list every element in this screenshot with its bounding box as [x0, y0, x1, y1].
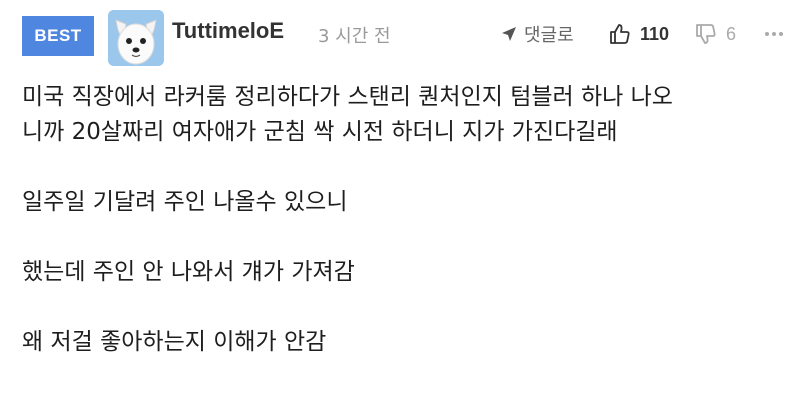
comment-line: 왜 저걸 좋아하는지 이해가 안감 — [22, 329, 327, 355]
comment-line: 했는데 주인 안 나와서 걔가 가져감 — [22, 259, 355, 285]
thumbs-up-icon — [610, 24, 630, 44]
reply-arrow-icon — [502, 27, 516, 41]
dislike-button[interactable]: 6 — [694, 20, 736, 48]
best-badge: BEST — [22, 16, 94, 56]
like-button[interactable]: 110 — [608, 20, 669, 48]
dislike-count: 6 — [726, 23, 737, 44]
white-dog-avatar-icon — [108, 10, 164, 66]
comment-body: 미국 직장에서 라커룸 정리하다가 스탠리 퀀처인지 텀블러 하나 나오 니까 … — [22, 80, 792, 360]
more-options-button[interactable] — [762, 24, 786, 44]
timestamp: 3 시간 전 — [318, 26, 391, 47]
reply-button[interactable]: 댓글로 — [500, 20, 574, 48]
more-dots-icon — [765, 32, 783, 36]
thumbs-down-icon — [696, 24, 716, 44]
reply-label: 댓글로 — [524, 25, 574, 46]
comment-line: 미국 직장에서 라커룸 정리하다가 스탠리 퀀처인지 텀블러 하나 나오 — [22, 84, 673, 110]
author-name[interactable]: TuttimeloE — [172, 18, 284, 44]
comment-line: 일주일 기달려 주인 나올수 있으니 — [22, 189, 348, 215]
like-count: 110 — [640, 23, 670, 44]
avatar[interactable] — [108, 10, 164, 66]
comment-line: 니까 20살짜리 여자애가 군침 싹 시전 하더니 지가 가진다길래 — [22, 119, 618, 145]
comment-header: BEST TuttimeloE 3 시간 전 댓글로 110 6 — [0, 0, 800, 70]
